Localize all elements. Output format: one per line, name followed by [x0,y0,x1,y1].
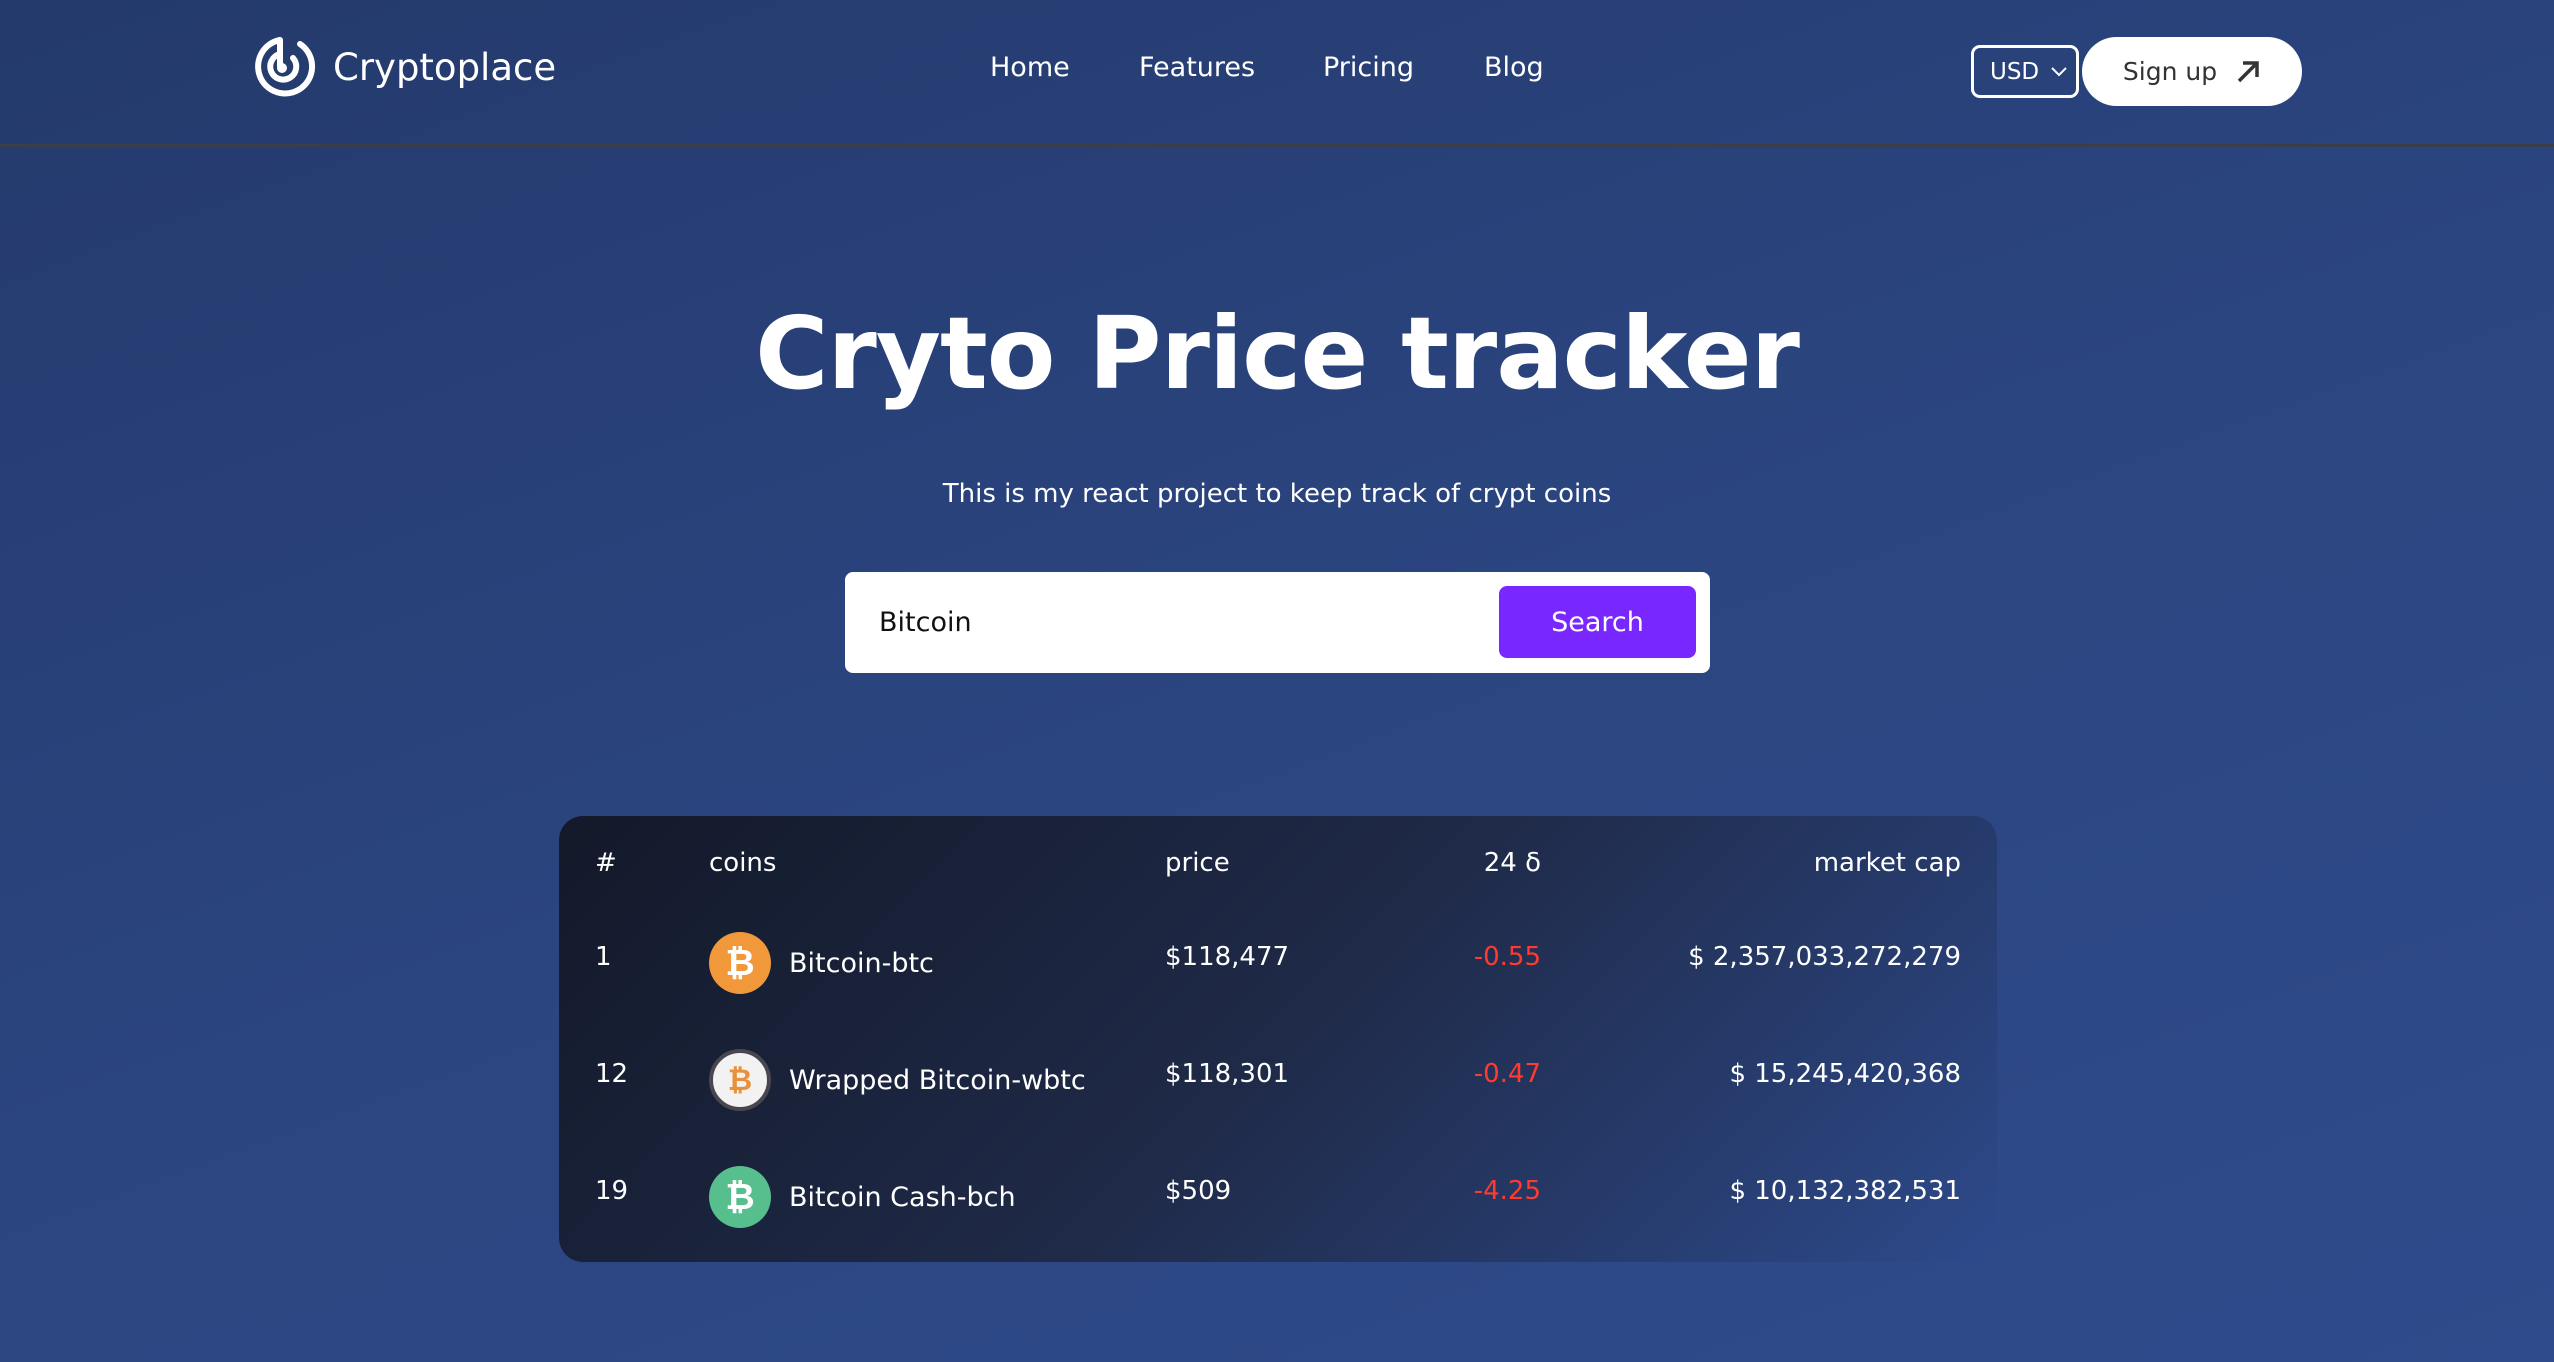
row-price: $509 [1165,1176,1232,1206]
header-coins: coins [709,848,777,878]
nav-features[interactable]: Features [1139,52,1255,83]
row-market-cap: $ 2,357,033,272,279 [1688,942,1961,972]
row-market-cap: $ 15,245,420,368 [1729,1059,1961,1089]
row-price: $118,477 [1165,942,1290,972]
row-market-cap: $ 10,132,382,531 [1729,1176,1961,1206]
bitcoin-icon: ₿ [709,1049,771,1111]
header-market-cap: market cap [1813,848,1961,878]
page-title: Cryto Price tracker [755,295,1800,412]
row-coin: ₿ Bitcoin-btc [709,932,934,994]
row-price: $118,301 [1165,1059,1290,1089]
row-change: -0.55 [1473,942,1541,972]
row-coin: ₿ Bitcoin Cash-bch [709,1166,1016,1228]
bitcoin-icon: ₿ [709,932,771,994]
row-rank: 12 [595,1059,629,1089]
signup-button[interactable]: Sign up [2082,37,2302,106]
nav-blog[interactable]: Blog [1484,52,1544,83]
row-change: -4.25 [1473,1176,1541,1206]
row-coin-name: Wrapped Bitcoin-wbtc [789,1064,1086,1096]
row-rank: 19 [595,1176,629,1206]
currency-value: USD [1990,58,2040,85]
arrow-up-right-icon [2237,60,2259,82]
page-subtitle: This is my react project to keep track o… [942,479,1612,509]
bitcoin-icon: ₿ [709,1166,771,1228]
row-coin-name: Bitcoin-btc [789,947,934,979]
header-change: 24 δ [1483,848,1541,878]
search-button[interactable]: Search [1499,586,1696,658]
brand-name: Cryptoplace [333,45,557,89]
header-price: price [1165,848,1230,878]
coin-table: # coins price 24 δ market cap 1 ₿ Bitcoin… [559,816,1997,1262]
currency-select[interactable]: USD [1971,45,2079,98]
header-rank: # [595,848,617,878]
row-coin: ₿ Wrapped Bitcoin-wbtc [709,1049,1086,1111]
logo-icon [255,37,316,97]
nav-pricing[interactable]: Pricing [1323,52,1414,83]
signup-label: Sign up [2122,57,2218,86]
search-input[interactable] [879,600,1479,645]
row-change: -0.47 [1473,1059,1541,1089]
navbar: Cryptoplace Home Features Pricing Blog U… [0,0,2554,147]
row-coin-name: Bitcoin Cash-bch [789,1181,1016,1213]
brand-logo[interactable]: Cryptoplace [253,34,556,100]
chevron-down-icon [2051,66,2067,76]
search-form: Search [845,572,1710,673]
nav-home[interactable]: Home [990,52,1070,83]
row-rank: 1 [595,942,612,972]
